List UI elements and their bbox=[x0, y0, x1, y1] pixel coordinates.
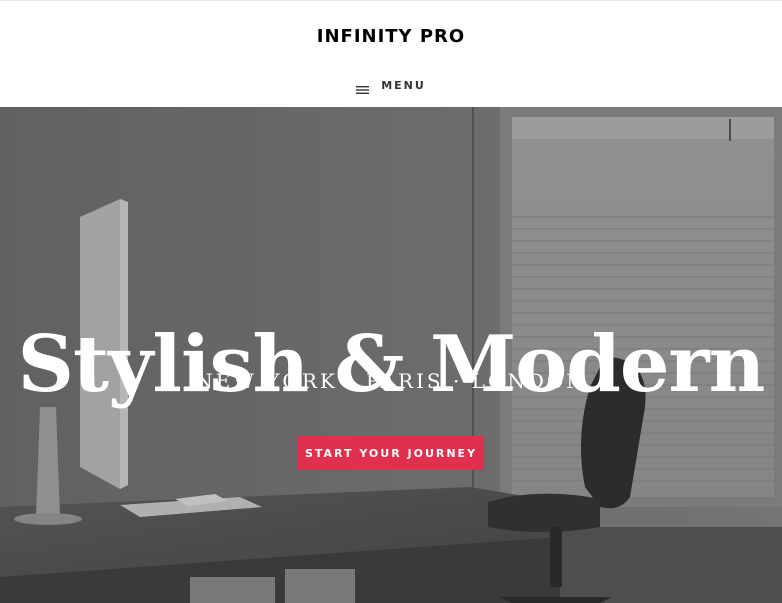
hero-section: Stylish & Modern NEW YORK · PARIS · LOND… bbox=[0, 107, 782, 603]
hamburger-icon bbox=[356, 81, 370, 94]
site-title-link[interactable]: INFINITY PRO bbox=[0, 25, 782, 49]
menu-toggle-button[interactable]: MENU bbox=[355, 75, 427, 95]
start-journey-button[interactable]: START YOUR JOURNEY bbox=[298, 436, 484, 470]
hero-title: Stylish & Modern bbox=[17, 319, 766, 411]
hero-subtitle: NEW YORK · PARIS · LONDON bbox=[195, 369, 587, 393]
menu-label: MENU bbox=[381, 78, 426, 92]
site-header: INFINITY PRO MENU bbox=[0, 0, 782, 107]
